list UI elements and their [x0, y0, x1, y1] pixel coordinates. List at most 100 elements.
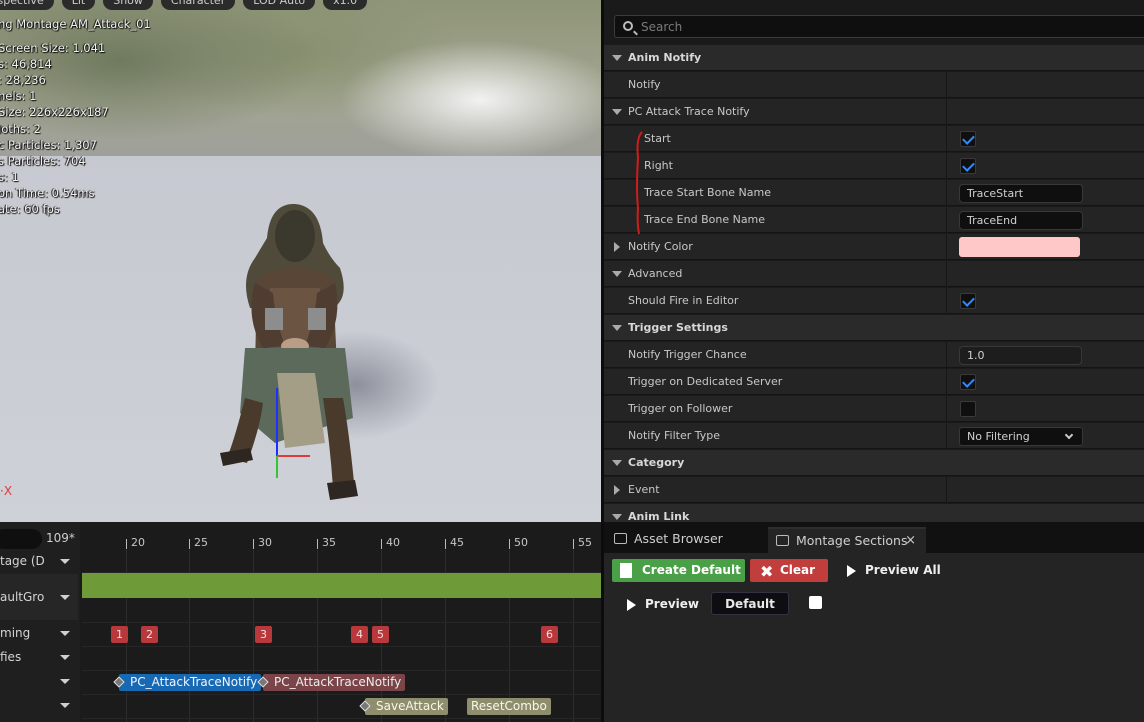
section-marker[interactable]: 2 [141, 626, 158, 643]
notify-label: PC_AttackTraceNotify [130, 675, 258, 689]
property-notify-trigger-chance[interactable]: Notify Trigger Chance 1.0 [604, 342, 1144, 368]
column-splitter[interactable] [946, 261, 947, 287]
track-slot[interactable]: aultGro [0, 574, 78, 620]
group-advanced[interactable]: Advanced [604, 261, 1144, 287]
expand-arrow-icon[interactable] [614, 485, 620, 495]
close-icon[interactable]: × [905, 529, 916, 553]
property-right[interactable]: Right [604, 153, 1144, 179]
category-category[interactable]: Category [604, 450, 1144, 476]
create-default-button[interactable]: Create Default [612, 559, 745, 582]
section-marker[interactable]: 5 [372, 626, 389, 643]
filter-type-dropdown[interactable]: No Filtering [959, 427, 1083, 446]
section-default-button[interactable]: Default [711, 592, 789, 615]
property-notify-filter-type[interactable]: Notify Filter Type No Filtering [604, 423, 1144, 449]
collapse-arrow-icon[interactable] [612, 55, 622, 61]
ruler-label: 35 [322, 536, 336, 549]
viewport[interactable]: Perspective Lit Show Character LOD Auto … [0, 0, 601, 522]
notify-reset-combo[interactable]: ResetCombo [467, 698, 551, 715]
category-anim-notify[interactable]: Anim Notify [604, 45, 1144, 71]
track-montage[interactable]: tage (D [0, 552, 78, 572]
collapse-arrow-icon[interactable] [612, 514, 622, 520]
chevron-down-icon[interactable] [60, 559, 70, 564]
character-button[interactable]: Character [160, 0, 236, 10]
sections-body: Create Default ✖ Clear Preview All Previ… [604, 553, 1144, 722]
property-trigger-on-follower[interactable]: Trigger on Follower [604, 396, 1144, 422]
trace-end-bone-field[interactable]: TraceEnd [959, 211, 1083, 230]
details-search[interactable] [614, 15, 1144, 38]
stat-screen-size: Screen Size: 1.041 [0, 41, 106, 56]
chevron-down-icon[interactable] [60, 679, 70, 684]
section-marker[interactable]: 3 [255, 626, 272, 643]
column-splitter[interactable] [946, 342, 947, 368]
property-start[interactable]: Start [604, 126, 1144, 152]
property-notify[interactable]: Notify [604, 72, 1144, 98]
column-splitter[interactable] [946, 423, 947, 449]
collapse-arrow-icon[interactable] [612, 271, 622, 277]
playback-speed-button[interactable]: x1.0 [323, 0, 368, 10]
property-notify-color[interactable]: Notify Color [604, 234, 1144, 260]
column-splitter[interactable] [946, 396, 947, 422]
section-marker[interactable]: 6 [541, 626, 558, 643]
ruler-tick [445, 539, 446, 549]
dedicated-server-checkbox[interactable] [960, 374, 976, 390]
track-notify-2[interactable] [0, 696, 78, 716]
property-pc-attack-trace-notify[interactable]: PC Attack Trace Notify [604, 99, 1144, 125]
tab-asset-browser[interactable]: Asset Browser [606, 527, 764, 553]
start-checkbox[interactable] [960, 131, 976, 147]
should-fire-checkbox[interactable] [960, 293, 976, 309]
column-splitter[interactable] [946, 369, 947, 395]
column-splitter[interactable] [946, 477, 947, 503]
track-timing[interactable]: ming [0, 624, 78, 644]
column-splitter[interactable] [946, 288, 947, 314]
property-should-fire-in-editor[interactable]: Should Fire in Editor [604, 288, 1144, 314]
track-search-input[interactable] [0, 529, 42, 549]
details-search-input[interactable] [641, 18, 1041, 36]
collapse-arrow-icon[interactable] [612, 460, 622, 466]
montage-slot-segment[interactable] [82, 573, 601, 598]
expand-arrow-icon[interactable] [614, 242, 620, 252]
notify-color-swatch[interactable] [959, 237, 1080, 257]
column-splitter[interactable] [946, 180, 947, 206]
trace-start-bone-field[interactable]: TraceStart [959, 184, 1083, 203]
track-notify-1[interactable] [0, 672, 78, 692]
chevron-down-icon[interactable] [60, 655, 70, 660]
show-button[interactable]: Show [103, 0, 153, 10]
follower-checkbox[interactable] [960, 401, 976, 417]
clear-button[interactable]: ✖ Clear [750, 559, 828, 582]
tab-montage-sections[interactable]: Montage Sections × [768, 527, 926, 553]
column-splitter[interactable] [946, 99, 947, 125]
preview-button[interactable]: Preview [624, 593, 714, 616]
section-marker[interactable]: 1 [111, 626, 128, 643]
property-trace-start-bone[interactable]: Trace Start Bone Name TraceStart [604, 180, 1144, 206]
section-checkbox[interactable] [809, 596, 822, 609]
notify-save-attack[interactable]: SaveAttack [359, 698, 448, 715]
track-notifies[interactable]: fies [0, 648, 78, 668]
notify-pc-attack-trace-1[interactable]: PC_AttackTraceNotify [113, 674, 262, 691]
category-trigger-settings[interactable]: Trigger Settings [604, 315, 1144, 341]
column-splitter[interactable] [946, 234, 947, 260]
column-splitter[interactable] [946, 207, 947, 233]
tab-label: Montage Sections [796, 533, 908, 548]
column-splitter[interactable] [946, 72, 947, 98]
preview-all-button[interactable]: Preview All [844, 559, 944, 582]
chevron-down-icon[interactable] [60, 595, 70, 600]
lit-button[interactable]: Lit [61, 0, 96, 10]
column-splitter[interactable] [946, 153, 947, 179]
property-trace-end-bone[interactable]: Trace End Bone Name TraceEnd [604, 207, 1144, 233]
collapse-arrow-icon[interactable] [612, 325, 622, 331]
timeline-tracks[interactable]: 20 25 30 35 40 45 50 55 1 2 3 4 5 6 PC_A… [82, 522, 601, 722]
notify-pc-attack-trace-2[interactable]: PC_AttackTraceNotify [257, 674, 406, 691]
right-checkbox[interactable] [960, 158, 976, 174]
chevron-down-icon[interactable] [60, 703, 70, 708]
category-anim-link[interactable]: Anim Link [604, 504, 1144, 522]
expand-arrow-icon[interactable] [612, 109, 622, 115]
section-marker[interactable]: 4 [351, 626, 368, 643]
chevron-down-icon[interactable] [60, 631, 70, 636]
column-splitter[interactable] [946, 126, 947, 152]
trigger-chance-field[interactable]: 1.0 [959, 346, 1082, 365]
perspective-button[interactable]: Perspective [0, 0, 54, 10]
lod-button[interactable]: LOD Auto [243, 0, 316, 10]
property-event[interactable]: Event [604, 477, 1144, 503]
property-trigger-dedicated-server[interactable]: Trigger on Dedicated Server [604, 369, 1144, 395]
time-ruler[interactable]: 20 25 30 35 40 45 50 55 [82, 522, 601, 550]
